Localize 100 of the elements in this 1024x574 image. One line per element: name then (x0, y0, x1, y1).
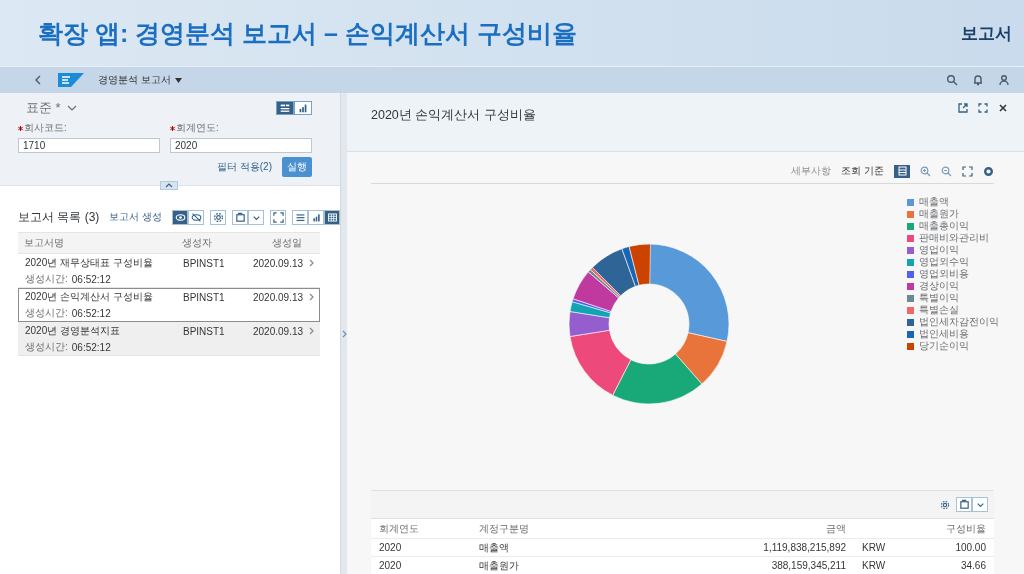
logo-icon (58, 73, 84, 87)
report-name: 2020년 경영분석지표 (25, 324, 122, 338)
legend-label: 특별손실 (919, 304, 959, 316)
table-cell: KRW (854, 557, 914, 574)
close-icon[interactable] (998, 103, 1008, 113)
report-row[interactable]: 2020년 경영분석지표 BPINST1 2020.09.13 생성시간: 06:52:12 (18, 322, 320, 356)
zoom-in-icon[interactable] (920, 165, 931, 177)
search-icon[interactable] (946, 74, 958, 86)
table-cell: 34.66 (914, 557, 994, 574)
filter-view-button[interactable] (276, 101, 294, 115)
user-icon[interactable] (998, 74, 1010, 86)
list-icon (294, 211, 306, 223)
table-cell: KRW (854, 539, 914, 557)
fullscreen-button[interactable] (270, 209, 287, 225)
chevron-icon (308, 293, 316, 301)
input-field[interactable]: 1710 (18, 138, 160, 153)
time-label: 생성시간: (25, 306, 68, 320)
time-label: 생성시간: (25, 272, 68, 286)
legend-label: 매출액 (919, 196, 949, 208)
report-name: 2020년 재무상태표 구성비율 (25, 256, 154, 270)
chevron-icon (308, 259, 316, 267)
input-field[interactable]: 2020 (170, 138, 312, 153)
field-label: 회사코드: (18, 121, 160, 135)
time-value: 06:52:12 (71, 273, 111, 285)
table-icon (326, 211, 338, 223)
legend-label: 영업이익 (919, 244, 959, 256)
table-cell: 1,119,838,215,892 (734, 539, 854, 557)
column-header: 계정구분명 (471, 519, 734, 539)
section-tag: 보고서 (961, 21, 1012, 45)
variant-selector[interactable]: 표준 * (26, 99, 77, 117)
table-cell: 매출원가 (471, 557, 734, 574)
time-value: 06:52:12 (71, 341, 111, 353)
collapse-button[interactable] (160, 181, 178, 190)
view-by-button[interactable]: 조회 기준 (841, 164, 884, 178)
legend-toggle-button[interactable] (894, 164, 910, 178)
column-header: 생성일 (271, 236, 302, 250)
app-title-menu[interactable]: 경영분석 보고서 (98, 73, 182, 87)
time-value: 06:52:12 (71, 307, 111, 319)
zoom-out-icon[interactable] (941, 165, 952, 177)
legend-label: 경상이익 (919, 280, 959, 292)
export-button[interactable] (232, 209, 249, 225)
list-title: 보고서 목록 (3) (18, 208, 100, 226)
table-cell: 매출액 (471, 539, 734, 557)
column-header: 금액 (734, 519, 854, 539)
eye-slash-icon (190, 211, 202, 223)
page-title: 확장 앱: 경영분석 보고서 – 손익계산서 구성비율 (38, 17, 577, 49)
expand-icon[interactable] (341, 330, 347, 338)
date-cell: 2020.09.13 (253, 325, 304, 337)
date-cell: 2020.09.13 (253, 257, 304, 269)
show-view-button[interactable] (172, 209, 189, 225)
adapt-filters-link[interactable]: 필터 적용(2) (217, 160, 272, 174)
legend-label: 당기순이익 (919, 340, 969, 352)
legend-label: 매출원가 (919, 208, 959, 220)
hide-view-button[interactable] (188, 209, 205, 225)
bell-icon[interactable] (972, 74, 984, 86)
filter-icon (279, 102, 291, 114)
time-label: 생성시간: (25, 340, 68, 354)
list-view-button[interactable] (292, 209, 309, 225)
eye-icon (174, 211, 186, 223)
report-name: 2020년 손익계산서 구성비율 (25, 290, 154, 304)
create-report-link[interactable]: 보고서 생성 (109, 210, 163, 224)
donut-icon[interactable] (983, 165, 994, 177)
table-view-button[interactable] (324, 209, 341, 225)
chart-view-button[interactable] (308, 209, 325, 225)
creator-cell-text: BPINST1 (183, 291, 226, 303)
chevron-down-icon (66, 104, 77, 112)
creator-cell-text: BPINST1 (183, 257, 226, 269)
column-header: 생성자 (182, 236, 213, 250)
export-menu-button[interactable] (972, 497, 988, 512)
share-icon[interactable] (958, 103, 968, 113)
chart-icon (297, 102, 309, 114)
report-row[interactable]: 2020년 재무상태표 구성비율 BPINST1 2020.09.13 생성시간: 06:52:12 (18, 254, 320, 288)
column-header: 보고서명 (24, 236, 65, 250)
legend-label: 매출총이익 (919, 220, 969, 232)
settings-button[interactable] (210, 209, 227, 225)
table-cell: 2020 (371, 539, 471, 557)
chevron-icon (308, 327, 316, 335)
export-button[interactable] (956, 497, 972, 512)
legend-label: 영업외수익 (919, 256, 969, 268)
caret-icon (174, 77, 182, 83)
legend-label: 판매비와관리비 (919, 232, 989, 244)
export-menu-button[interactable] (248, 209, 265, 225)
column-header: 회계연도 (371, 519, 471, 539)
creator-cell-text: BPINST1 (183, 325, 226, 337)
legend-label: 법인세비용 (919, 328, 969, 340)
table-cell: 2020 (371, 557, 471, 574)
chevron-up-icon (165, 183, 173, 188)
legend-label: 법인세차감전이익 (919, 316, 999, 328)
settings-icon[interactable] (940, 499, 950, 510)
detail-title: 2020년 손익계산서 구성비율 (371, 107, 536, 124)
date-cell: 2020.09.13 (253, 291, 304, 303)
field-label: 회계연도: (170, 121, 312, 135)
fullscreen-icon[interactable] (962, 165, 973, 177)
fullscreen-icon[interactable] (978, 103, 988, 113)
chart-icon (310, 211, 322, 223)
table-cell: 388,159,345,211 (734, 557, 854, 574)
table-cell: 100.00 (914, 539, 994, 557)
chart-view-button[interactable] (294, 101, 312, 115)
legend-label: 특별이익 (919, 292, 959, 304)
report-row[interactable]: 2020년 손익계산서 구성비율 BPINST1 2020.09.13 생성시간: 06:52:12 (18, 288, 320, 322)
